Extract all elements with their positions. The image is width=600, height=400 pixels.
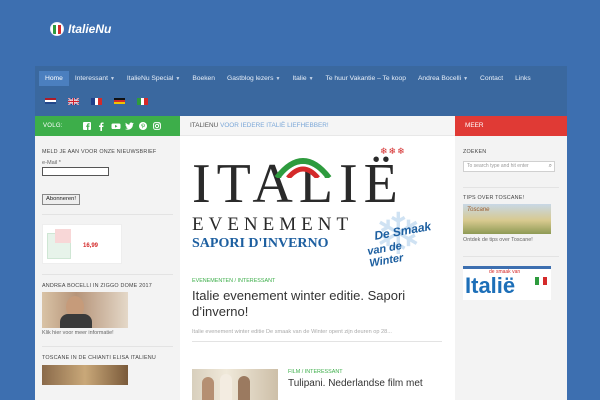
- subscribe-button[interactable]: Abonneren!: [42, 194, 80, 205]
- nav-item-italienu-special[interactable]: ItalieNu Special ▼: [121, 71, 186, 86]
- nav-item-label: Te huur Vakantie – Te koop: [325, 74, 406, 82]
- youtube-icon[interactable]: [111, 122, 121, 130]
- main-content: ITALIENU VOOR IEDERE ITALIË LIEFHEBBER! …: [180, 116, 455, 400]
- search-placeholder: To search type and hit enter: [467, 163, 529, 169]
- nav-item-label: Links: [515, 74, 531, 82]
- italie-logo-sub: EVENEMENT: [192, 214, 354, 235]
- post2-title[interactable]: Tulipani. Nederlandse film met: [288, 378, 453, 389]
- chevron-down-icon: ▼: [308, 75, 314, 82]
- chevron-down-icon: ▼: [109, 75, 115, 82]
- newsletter-heading: MELD JE AAN VOOR ONZE NIEUWSBRIEF: [42, 149, 157, 155]
- flag-uk-icon[interactable]: [68, 97, 79, 105]
- post1-title[interactable]: Italie evenement winter editie. Sapori d…: [192, 288, 442, 320]
- snowflakes-icon: ❄❄❄: [380, 146, 406, 156]
- nav-item-label: Andrea Bocelli: [417, 74, 462, 82]
- bocelli-image[interactable]: [42, 292, 128, 328]
- nav-item-boeken[interactable]: Boeken: [186, 71, 221, 86]
- language-flags: [35, 90, 567, 112]
- nav-item-label: Interessant: [74, 74, 108, 82]
- left-sidebar: VOLG: MELD JE AAN VOOR ONZE NIEUWSBRIEF: [35, 116, 180, 400]
- nav-item-label: Contact: [480, 74, 504, 82]
- instagram-icon[interactable]: [152, 122, 161, 130]
- follow-bar: VOLG:: [35, 116, 180, 136]
- magazine-title: Italië: [465, 273, 516, 298]
- nav-item-label: Home: [45, 74, 63, 82]
- pinterest-icon[interactable]: [138, 122, 147, 130]
- italie-tricolor-arc: [274, 158, 332, 178]
- email-field[interactable]: [42, 167, 109, 176]
- meer-bar[interactable]: MEER: [455, 116, 567, 136]
- magazine-ad[interactable]: de smaak van Italië: [463, 266, 551, 300]
- nav-item-italie[interactable]: Italie ▼: [286, 71, 319, 86]
- nav-item-home[interactable]: Home: [39, 70, 69, 86]
- twitter-icon[interactable]: [124, 122, 134, 130]
- magazine-flag-icon: [535, 277, 547, 285]
- divider: [192, 341, 442, 342]
- chevron-down-icon: ▼: [275, 75, 281, 82]
- italie-logo-sapori: SAPORI D'INVERNO: [192, 236, 329, 251]
- nav-item-label: ItalieNu Special: [126, 74, 174, 82]
- right-sidebar: MEER ZOEKEN To search type and hit enter…: [455, 116, 567, 400]
- flag-nl-icon[interactable]: [45, 97, 56, 105]
- nav-item-andrea-bocelli[interactable]: Andrea Bocelli ▼: [412, 71, 474, 86]
- product-price: 16,99: [83, 243, 99, 249]
- chevron-down-icon: ▼: [463, 75, 469, 82]
- chevron-down-icon: ▼: [175, 75, 181, 82]
- search-icon[interactable]: ⌕: [549, 162, 552, 171]
- flag-fr-icon[interactable]: [91, 97, 103, 105]
- post1-featured-image[interactable]: ITALIË ❄❄❄ EVENEMENT SAPORI D'INVERNO ❄ …: [180, 136, 455, 274]
- logo-flag-icon: [50, 22, 64, 36]
- flag-it-icon[interactable]: [137, 97, 149, 105]
- post2-thumbnail[interactable]: [192, 369, 278, 400]
- facebook-icon[interactable]: [97, 122, 105, 131]
- toscane-image[interactable]: [42, 365, 128, 385]
- content-area: VOLG: MELD JE AAN VOOR ONZE NIEUWSBRIEF: [35, 116, 567, 400]
- site-name: ITALIENU: [190, 122, 219, 129]
- nav-menu: Home Interessant ▼ ItalieNu Special ▼ Boeken G…: [35, 66, 567, 90]
- nav-item-links[interactable]: Links: [509, 71, 537, 86]
- nav-item-label: Italie: [292, 74, 307, 82]
- toscane-heading: TOSCANE IN DE CHIANTI ELISA ITALIENU: [42, 355, 156, 361]
- nav-item-interessant[interactable]: Interessant ▼: [69, 71, 121, 86]
- product-ad[interactable]: 16,99: [42, 224, 122, 264]
- nav-item-contact[interactable]: Contact: [474, 71, 509, 86]
- nav-item-label: Gastblog lezers: [227, 74, 274, 82]
- site-logo[interactable]: ItalieNu: [50, 22, 111, 36]
- nav-item-te-huur-vakantie-te-koop[interactable]: Te huur Vakantie – Te koop: [320, 71, 412, 86]
- main-header-bar: ITALIENU VOOR IEDERE ITALIË LIEFHEBBER!: [180, 116, 455, 136]
- product-image-2: [55, 229, 71, 243]
- nav-item-gastblog-lezers[interactable]: Gastblog lezers ▼: [221, 71, 286, 86]
- nav-item-label: Boeken: [192, 74, 215, 82]
- winter-badge: ❄ De Smaak van de Winter: [360, 206, 436, 270]
- follow-label: VOLG:: [43, 123, 63, 129]
- site-tagline: VOOR IEDERE ITALIË LIEFHEBBER!: [218, 122, 329, 129]
- main-navigation: Home Interessant ▼ ItalieNu Special ▼ Boeken G…: [35, 66, 567, 116]
- facebook-square-icon[interactable]: [82, 122, 91, 130]
- search-input[interactable]: To search type and hit enter ⌕: [463, 161, 555, 172]
- site-header: ItalieNu: [0, 0, 600, 66]
- toscane-tips-image[interactable]: Toscane: [463, 204, 551, 234]
- flag-de-icon[interactable]: [114, 97, 125, 105]
- logo-text: ItalieNu: [68, 22, 112, 36]
